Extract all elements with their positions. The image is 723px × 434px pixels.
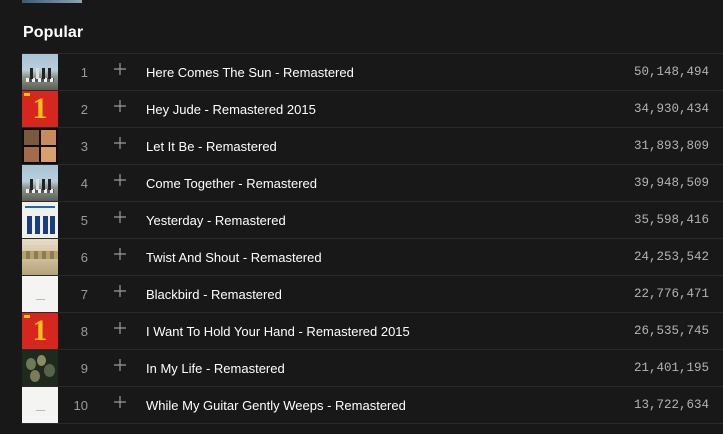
plus-icon: [114, 63, 126, 75]
track-title[interactable]: Twist And Shout - Remastered: [146, 250, 322, 265]
track-title[interactable]: I Want To Hold Your Hand - Remastered 20…: [146, 324, 410, 339]
track-number: 5: [80, 212, 88, 228]
play-count: 13,722,634: [633, 398, 709, 412]
play-count: 34,930,434: [633, 102, 709, 116]
track-title[interactable]: Yesterday - Remastered: [146, 213, 286, 228]
track-title[interactable]: Come Together - Remastered: [146, 176, 317, 191]
album-art: [22, 350, 58, 386]
track-number: 7: [80, 286, 88, 302]
plus-icon: [114, 137, 126, 149]
plus-icon: [114, 100, 126, 112]
track-title[interactable]: While My Guitar Gently Weeps - Remastere…: [146, 398, 406, 413]
add-to-library-button[interactable]: [110, 321, 130, 341]
plus-icon: [114, 174, 126, 186]
track-number: 4: [80, 175, 88, 191]
album-art: [22, 276, 58, 312]
album-art: [22, 54, 58, 90]
play-count: 21,401,195: [633, 361, 709, 375]
add-to-library-button[interactable]: [110, 136, 130, 156]
play-count: 24,253,542: [633, 250, 709, 264]
track-row[interactable]: 1 2 Hey Jude - Remastered 2015 34,930,434: [22, 90, 723, 127]
add-to-library-button[interactable]: [110, 247, 130, 267]
track-number: 9: [80, 360, 88, 376]
album-art: [22, 165, 58, 201]
play-count: 22,776,471: [633, 287, 709, 301]
track-row[interactable]: 10 While My Guitar Gently Weeps - Remaste…: [22, 386, 723, 424]
section-title: Popular: [23, 24, 84, 41]
plus-icon: [114, 248, 126, 260]
play-count: 31,893,809: [633, 139, 709, 153]
track-row[interactable]: 6 Twist And Shout - Remastered 24,253,542: [22, 238, 723, 275]
popular-tracks-panel: Popular 1 Here Comes The Sun - Remastered…: [0, 0, 723, 434]
track-row[interactable]: 7 Blackbird - Remastered 22,776,471: [22, 275, 723, 312]
play-count: 39,948,509: [633, 176, 709, 190]
album-art: [22, 128, 58, 164]
track-row[interactable]: 1 8 I Want To Hold Your Hand - Remastered …: [22, 312, 723, 349]
track-title[interactable]: In My Life - Remastered: [146, 361, 285, 376]
track-number: 10: [73, 397, 88, 413]
plus-icon: [114, 285, 126, 297]
track-list: 1 Here Comes The Sun - Remastered 50,148,4…: [22, 53, 723, 424]
add-to-library-button[interactable]: [110, 395, 130, 415]
track-row[interactable]: 3 Let It Be - Remastered 31,893,809: [22, 127, 723, 164]
track-title[interactable]: Blackbird - Remastered: [146, 287, 282, 302]
add-to-library-button[interactable]: [110, 99, 130, 119]
album-art: [22, 387, 58, 423]
track-row[interactable]: 4 Come Together - Remastered 39,948,509: [22, 164, 723, 201]
previous-album-art-edge: [22, 0, 82, 3]
album-art: 1: [22, 313, 58, 349]
track-number: 1: [80, 64, 88, 80]
plus-icon: [114, 322, 126, 334]
track-row[interactable]: 9 In My Life - Remastered 21,401,195: [22, 349, 723, 386]
album-art: [22, 239, 58, 275]
play-count: 50,148,494: [633, 65, 709, 79]
add-to-library-button[interactable]: [110, 62, 130, 82]
add-to-library-button[interactable]: [110, 210, 130, 230]
track-title[interactable]: Let It Be - Remastered: [146, 139, 277, 154]
play-count: 26,535,745: [633, 324, 709, 338]
track-title[interactable]: Here Comes The Sun - Remastered: [146, 65, 354, 80]
track-title[interactable]: Hey Jude - Remastered 2015: [146, 102, 316, 117]
track-number: 6: [80, 249, 88, 265]
track-number: 8: [80, 323, 88, 339]
add-to-library-button[interactable]: [110, 358, 130, 378]
track-row[interactable]: 5 Yesterday - Remastered 35,598,416: [22, 201, 723, 238]
album-art: 1: [22, 91, 58, 127]
add-to-library-button[interactable]: [110, 284, 130, 304]
plus-icon: [114, 396, 126, 408]
add-to-library-button[interactable]: [110, 173, 130, 193]
plus-icon: [114, 211, 126, 223]
play-count: 35,598,416: [633, 213, 709, 227]
album-art: [22, 202, 58, 238]
track-number: 2: [80, 101, 88, 117]
track-row[interactable]: 1 Here Comes The Sun - Remastered 50,148,4…: [22, 53, 723, 90]
plus-icon: [114, 359, 126, 371]
track-number: 3: [80, 138, 88, 154]
